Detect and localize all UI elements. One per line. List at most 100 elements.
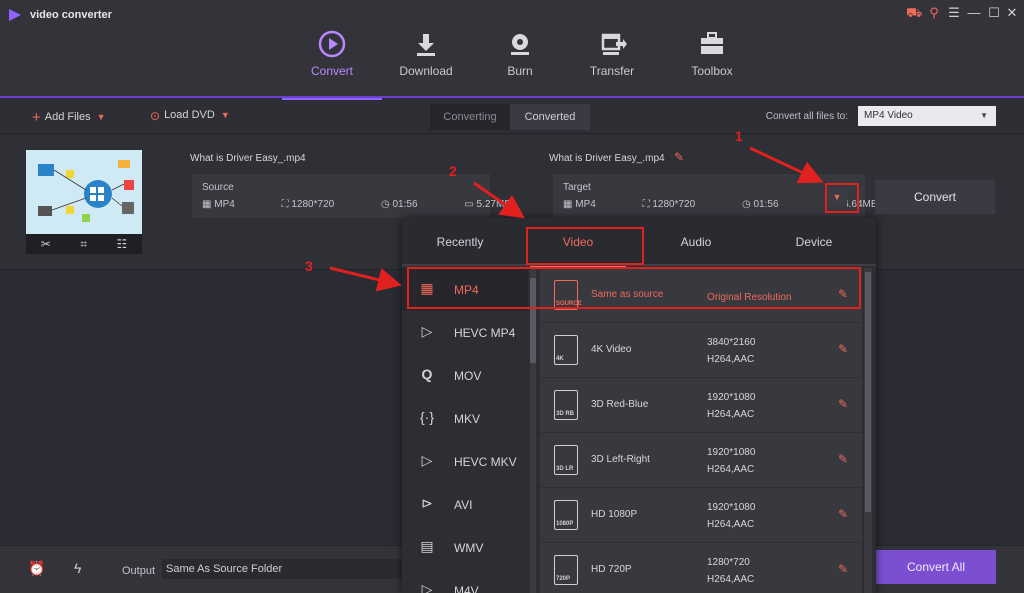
preset-name: 3D Left-Right [591,454,650,465]
burn-icon [511,34,529,55]
target-duration: ◷ 01:56 [741,199,779,210]
format-item-hevc-mp4[interactable]: ▷ HEVC MP4 [402,311,528,354]
convert-all-select[interactable]: MP4 Video ▼ [858,106,996,126]
target-caption: Target [563,182,591,193]
transfer-icon [601,33,627,55]
cart-icon[interactable]: ⛟ [906,5,922,21]
format-label: MP4 [454,282,479,297]
alarm-clock-icon[interactable]: ⏰ [28,560,45,577]
format-label: MKV [454,411,481,426]
preset-resolution: Original Resolution [707,292,792,303]
tab-converted[interactable]: Converted [510,104,590,130]
plus-icon: + [32,109,41,126]
tab-audio[interactable]: Audio [638,218,754,266]
output-label: Output [122,565,156,577]
target-resolution: ⛶ 1280*720 [642,199,696,210]
format-item-mkv[interactable]: {·} MKV [402,397,528,440]
chevron-down-icon[interactable]: ▼ [221,110,230,120]
file-badge-icon: 720P [554,555,578,585]
preset-3d-red-blue[interactable]: 3D RB 3D Red-Blue 1920*1080 H264,AAC ✎ [540,378,862,433]
toolbox-icon [701,32,723,54]
preset-list-scrollbar[interactable] [864,268,872,593]
convert-all-value: MP4 Video [864,110,913,121]
preset-hd-1080p[interactable]: 1080P HD 1080P 1920*1080 H264,AAC ✎ [540,488,862,543]
preset-resolution: 1920*1080 H264,AAC [707,392,756,420]
chevron-down-icon[interactable]: ▼ [97,112,106,122]
edit-preset-icon[interactable]: ✎ [838,452,848,466]
lightning-icon[interactable]: ϟ [74,560,81,576]
quicktime-icon: Q [421,365,433,382]
format-label: AVI [454,497,473,512]
format-list: ▦ MP4 ▷ HEVC MP4 Q MOV {·} MKV ▷ HEVC MKV ⊳ AV… [402,268,528,593]
target-info[interactable]: Target ▦ MP4 ⛶ 1280*720 ◷ 01:56 ▭ 36.64M… [553,174,878,218]
format-label: HEVC MP4 [454,325,516,340]
output-folder-field[interactable]: Same As Source Folder [162,559,402,579]
nav-burn[interactable]: Burn [474,24,566,98]
add-files-button[interactable]: + Add Files ▼ [32,109,106,126]
file-badge-icon: 1080P [554,500,578,530]
preset-resolution: 1920*1080 H264,AAC [707,447,756,475]
nav-convert[interactable]: Convert [282,24,382,100]
video-thumbnail[interactable]: ✂ ⌗ ☷ [26,150,142,254]
preset-name: HD 720P [591,564,632,575]
load-dvd-button[interactable]: ⊙ Load DVD ▼ [150,109,230,123]
nav-label: Transfer [589,64,635,78]
mkv-icon: {·} [419,408,434,425]
format-list-scrollbar[interactable] [530,268,536,593]
format-label: M4V [454,583,479,593]
format-label: WMV [454,540,484,555]
tab-video[interactable]: Video [520,218,636,268]
target-format-dropdown-button[interactable]: ▼ [827,187,847,207]
preset-list: SOURCE Same as source Original Resolutio… [540,268,862,593]
effects-icon[interactable]: ☷ [117,237,128,251]
preset-name: 4K Video [591,344,632,355]
edit-preset-icon[interactable]: ✎ [838,397,848,411]
format-item-hevc-mkv[interactable]: ▷ HEVC MKV [402,440,528,483]
nav-download[interactable]: Download [380,24,472,98]
edit-name-icon[interactable]: ✎ [674,150,684,164]
convert-all-button[interactable]: Convert All [876,550,996,584]
clapper-icon: ▤ [420,537,434,554]
nav-toolbox[interactable]: Toolbox [666,24,758,98]
preset-4k-video[interactable]: 4K 4K Video 3840*2160 H264,AAC ✎ [540,323,862,378]
maximize-icon[interactable]: ☐ [986,5,1002,21]
file-badge-icon: SOURCE [554,280,582,310]
format-item-mp4[interactable]: ▦ MP4 [402,268,528,311]
format-label: MOV [454,368,482,383]
format-item-wmv[interactable]: ▤ WMV [402,526,528,569]
tab-device[interactable]: Device [756,218,872,266]
preset-hd-720p[interactable]: 720P HD 720P 1280*720 H264,AAC ✎ [540,543,862,593]
menu-icon[interactable]: ☰ [946,5,962,21]
scrollbar-thumb[interactable] [530,278,536,363]
preset-name: 3D Red-Blue [591,399,649,410]
add-files-label: Add Files [44,111,91,123]
format-tabs: Recently Video Audio Device [402,218,876,268]
annotation-number-1: 1 [735,128,743,144]
edit-preset-icon[interactable]: ✎ [838,342,848,356]
close-icon[interactable]: ✕ [1004,5,1020,21]
convert-button[interactable]: Convert [875,180,995,214]
annotation-number-3: 3 [305,258,313,274]
app-logo-icon [9,9,21,21]
preset-resolution: 1920*1080 H264,AAC [707,502,756,530]
file-badge-icon: 3D LR [554,445,578,475]
edit-preset-icon[interactable]: ✎ [838,507,848,521]
edit-preset-icon[interactable]: ✎ [838,562,848,576]
nav-label: Download [399,64,453,78]
preset-3d-left-right[interactable]: 3D LR 3D Left-Right 1920*1080 H264,AAC ✎ [540,433,862,488]
preset-same-as-source[interactable]: SOURCE Same as source Original Resolutio… [540,268,862,323]
format-item-m4v[interactable]: ▷ M4V [402,569,528,593]
scrollbar-thumb[interactable] [865,272,871,512]
crop-icon[interactable]: ⌗ [80,237,87,252]
key-icon[interactable]: ⚲ [926,5,942,21]
source-resolution: ⛶ 1280*720 [281,199,335,210]
format-item-avi[interactable]: ⊳ AVI [402,483,528,526]
format-item-mov[interactable]: Q MOV [402,354,528,397]
minimize-icon[interactable]: — [966,5,982,21]
nav-transfer[interactable]: Transfer [566,24,658,98]
trim-icon[interactable]: ✂ [41,237,51,251]
format-label: HEVC MKV [454,454,517,469]
edit-preset-icon[interactable]: ✎ [838,287,848,301]
tab-converting[interactable]: Converting [430,104,510,130]
tab-recently[interactable]: Recently [402,218,518,266]
